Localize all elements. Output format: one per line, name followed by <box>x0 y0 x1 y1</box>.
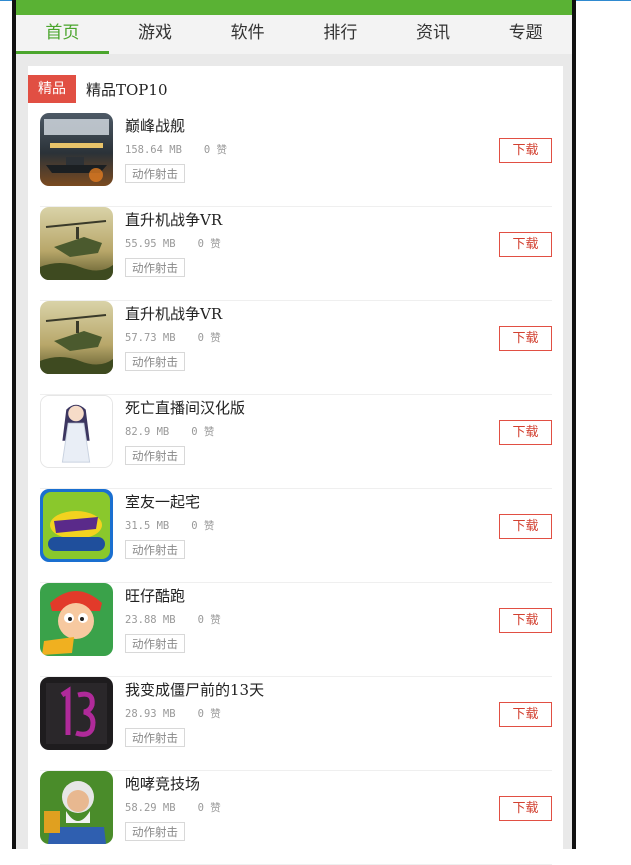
app-likes: 0 赞 <box>197 614 221 626</box>
app-name[interactable]: 直升机战争VR <box>125 303 222 324</box>
app-likes: 0 赞 <box>197 238 221 250</box>
app-meta: 31.5 MB 0 赞 <box>125 518 214 533</box>
download-button[interactable]: 下载 <box>499 514 552 539</box>
old-warrior-icon[interactable] <box>40 771 113 844</box>
app-name[interactable]: 巅峰战舰 <box>125 115 185 136</box>
app-size: 28.93 MB <box>125 708 176 720</box>
list-item: 直升机战争VR 57.73 MB 0 赞 动作射击 下载 <box>40 301 552 395</box>
list-item: 咆哮竞技场 58.29 MB 0 赞 动作射击 下载 <box>40 771 552 865</box>
app-meta: 28.93 MB 0 赞 <box>125 706 221 721</box>
section-title: 精品TOP10 <box>86 80 168 99</box>
app-likes: 0 赞 <box>191 426 215 438</box>
app-meta: 58.29 MB 0 赞 <box>125 800 221 815</box>
anime-girl-icon[interactable] <box>40 395 113 468</box>
tab-software[interactable]: 软件 <box>201 15 294 54</box>
category-tag[interactable]: 动作射击 <box>125 352 185 371</box>
category-tag[interactable]: 动作射击 <box>125 822 185 841</box>
number-13-icon[interactable] <box>40 677 113 750</box>
app-size: 58.29 MB <box>125 802 176 814</box>
section-header: 精品 精品TOP10 <box>28 75 167 103</box>
category-tag[interactable]: 动作射击 <box>125 634 185 653</box>
download-button[interactable]: 下载 <box>499 138 552 163</box>
download-button[interactable]: 下载 <box>499 608 552 633</box>
app-likes: 0 赞 <box>197 708 221 720</box>
download-button[interactable]: 下载 <box>499 702 552 727</box>
helicopter-icon[interactable] <box>40 207 113 280</box>
list-item: 直升机战争VR 55.95 MB 0 赞 动作射击 下载 <box>40 207 552 301</box>
tab-news[interactable]: 资讯 <box>387 15 480 54</box>
list-item: 旺仔酷跑 23.88 MB 0 赞 动作射击 下载 <box>40 583 552 677</box>
category-tag[interactable]: 动作射击 <box>125 540 185 559</box>
category-tag[interactable]: 动作射击 <box>125 446 185 465</box>
app-meta: 23.88 MB 0 赞 <box>125 612 221 627</box>
app-size: 23.88 MB <box>125 614 176 626</box>
category-tag[interactable]: 动作射击 <box>125 258 185 277</box>
app-name[interactable]: 咆哮竞技场 <box>125 773 200 794</box>
app-size: 57.73 MB <box>125 332 176 344</box>
list-item: 我变成僵尸前的13天 28.93 MB 0 赞 动作射击 下载 <box>40 677 552 771</box>
bigbrother-icon[interactable] <box>40 489 113 562</box>
app-meta: 82.9 MB 0 赞 <box>125 424 214 439</box>
app-name[interactable]: 死亡直播间汉化版 <box>125 397 245 418</box>
tab-home[interactable]: 首页 <box>16 15 109 54</box>
download-button[interactable]: 下载 <box>499 326 552 351</box>
app-name[interactable]: 直升机战争VR <box>125 209 222 230</box>
section-tag: 精品 <box>28 75 76 103</box>
app-meta: 55.95 MB 0 赞 <box>125 236 221 251</box>
app-likes: 0 赞 <box>191 520 215 532</box>
nav-tabs: 首页 游戏 软件 排行 资讯 专题 <box>16 15 572 54</box>
app-likes: 0 赞 <box>197 802 221 814</box>
app-name[interactable]: 室友一起宅 <box>125 491 200 512</box>
app-name[interactable]: 旺仔酷跑 <box>125 585 185 606</box>
cartoon-boy-icon[interactable] <box>40 583 113 656</box>
category-tag[interactable]: 动作射击 <box>125 728 185 747</box>
app-likes: 0 赞 <box>197 332 221 344</box>
app-meta: 158.64 MB 0 赞 <box>125 142 227 157</box>
app-size: 55.95 MB <box>125 238 176 250</box>
app-name[interactable]: 我变成僵尸前的13天 <box>125 679 264 700</box>
download-button[interactable]: 下载 <box>499 420 552 445</box>
download-button[interactable]: 下载 <box>499 796 552 821</box>
tab-topics[interactable]: 专题 <box>479 15 572 54</box>
app-meta: 57.73 MB 0 赞 <box>125 330 221 345</box>
header-bar <box>16 0 572 15</box>
tab-ranking[interactable]: 排行 <box>294 15 387 54</box>
list-item: 巅峰战舰 158.64 MB 0 赞 动作射击 下载 <box>40 113 552 207</box>
list-item: 死亡直播间汉化版 82.9 MB 0 赞 动作射击 下载 <box>40 395 552 489</box>
category-tag[interactable]: 动作射击 <box>125 164 185 183</box>
top10-panel: 精品 精品TOP10 巅峰战舰 158.64 MB 0 赞 动作射击 下载 直升… <box>28 66 563 865</box>
app-size: 31.5 MB <box>125 520 170 532</box>
app-likes: 0 赞 <box>203 144 228 156</box>
app-size: 158.64 MB <box>125 144 182 156</box>
app-size: 82.9 MB <box>125 426 170 438</box>
download-button[interactable]: 下载 <box>499 232 552 257</box>
warship-icon[interactable] <box>40 113 113 186</box>
tab-games[interactable]: 游戏 <box>109 15 202 54</box>
helicopter-icon[interactable] <box>40 301 113 374</box>
list-item: 室友一起宅 31.5 MB 0 赞 动作射击 下载 <box>40 489 552 583</box>
